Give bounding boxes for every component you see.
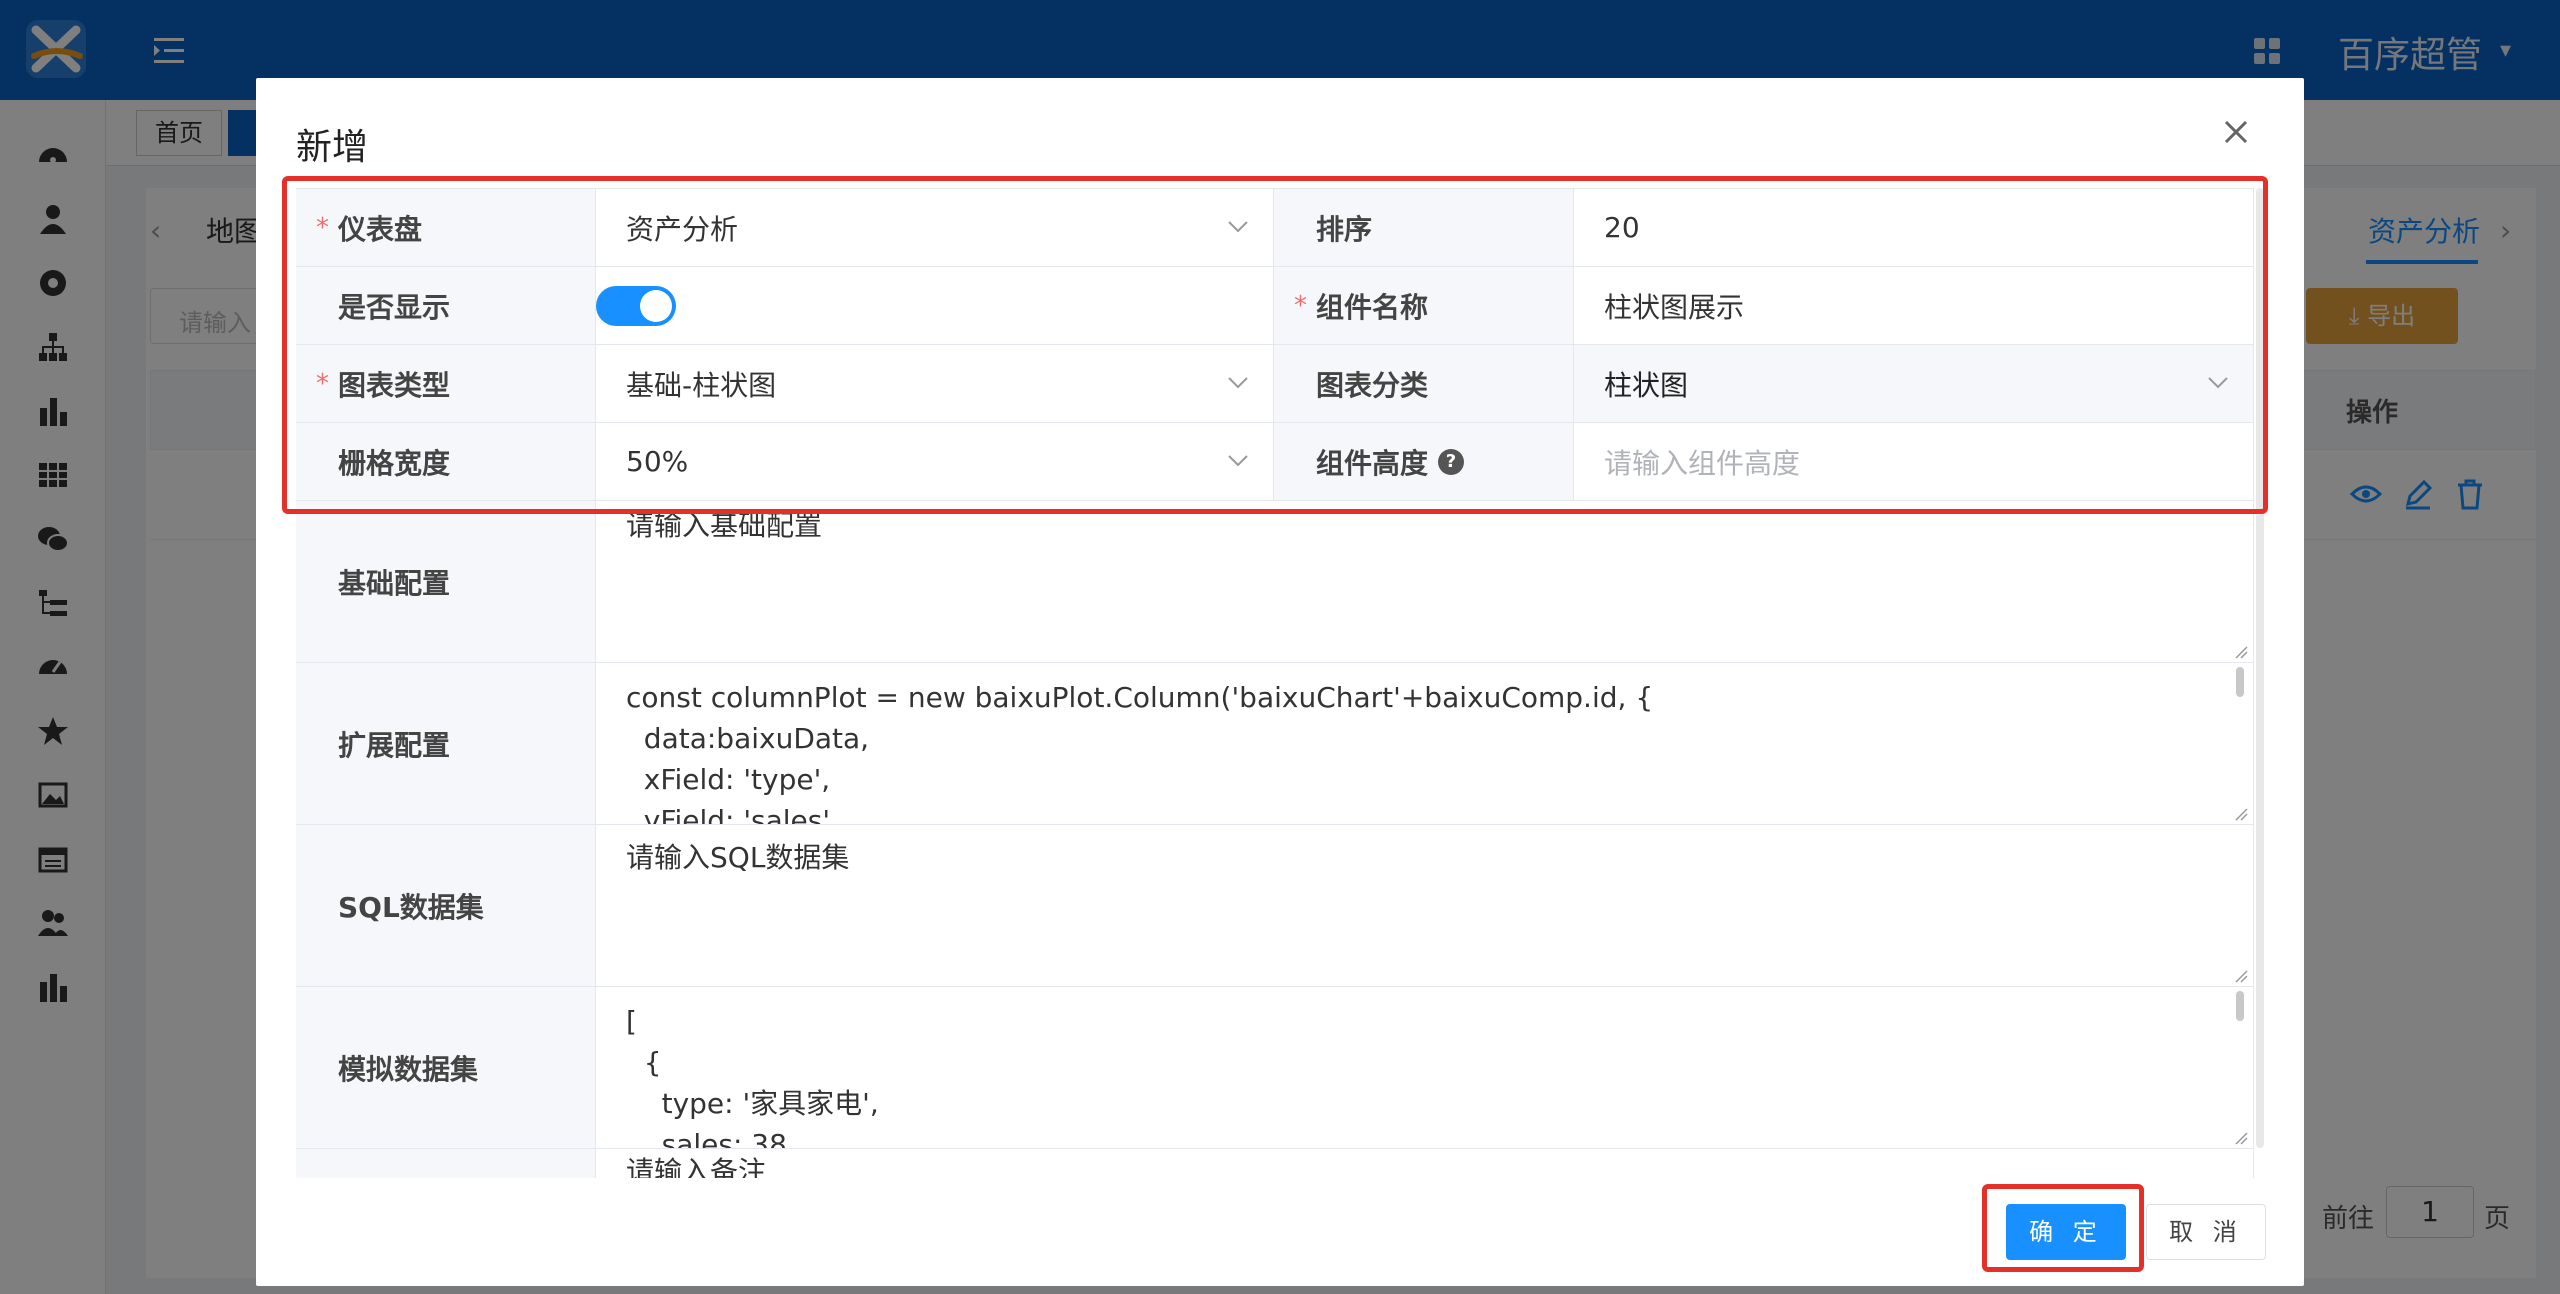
highlight-confirm-button	[1982, 1184, 2144, 1272]
sql-dataset-label: SQL数据集	[296, 825, 596, 986]
dialog-title: 新增	[296, 127, 369, 168]
sql-dataset-label-text: SQL数据集	[338, 890, 484, 924]
resize-handle-icon[interactable]	[2234, 1131, 2248, 1145]
scrollbar[interactable]	[2236, 667, 2244, 697]
base-config-label: 基础配置	[296, 501, 596, 662]
remark-label	[296, 1149, 596, 1178]
form-row-sql-dataset: SQL数据集 请输入SQL数据集	[296, 824, 2254, 986]
mock-dataset-label: 模拟数据集	[296, 987, 596, 1148]
cancel-button[interactable]: 取 消	[2146, 1204, 2266, 1260]
ext-config-label: 扩展配置	[296, 663, 596, 824]
close-icon[interactable]	[2222, 118, 2250, 146]
form-row-remark: 请输入备注	[296, 1148, 2254, 1178]
resize-handle-icon[interactable]	[2234, 969, 2248, 983]
remark-textarea[interactable]: 请输入备注	[596, 1149, 2254, 1178]
base-config-textarea[interactable]: 请输入基础配置	[596, 501, 2254, 662]
scrollbar[interactable]	[2236, 991, 2244, 1021]
form-row-ext-config: 扩展配置 const columnPlot = new baixuPlot.Co…	[296, 662, 2254, 824]
mock-dataset-label-text: 模拟数据集	[338, 1052, 479, 1086]
sql-dataset-textarea[interactable]: 请输入SQL数据集	[596, 825, 2254, 986]
highlight-form-fields	[282, 176, 2268, 514]
mock-dataset-textarea[interactable]: [ { type: '家具家电', sales: 38,	[596, 987, 2254, 1148]
ext-config-label-text: 扩展配置	[338, 728, 451, 762]
form-row-base-config: 基础配置 请输入基础配置	[296, 500, 2254, 662]
resize-handle-icon[interactable]	[2234, 807, 2248, 821]
ext-config-textarea[interactable]: const columnPlot = new baixuPlot.Column(…	[596, 663, 2254, 824]
form-row-mock-dataset: 模拟数据集 [ { type: '家具家电', sales: 38,	[296, 986, 2254, 1148]
base-config-label-text: 基础配置	[338, 566, 451, 600]
resize-handle-icon[interactable]	[2234, 645, 2248, 659]
